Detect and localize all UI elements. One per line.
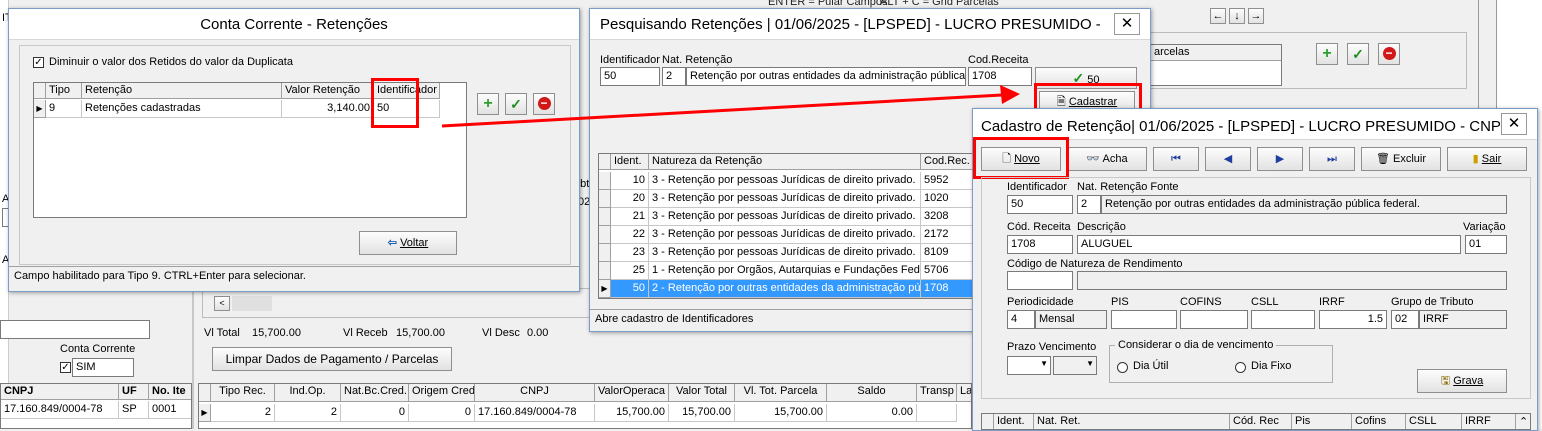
annotation-arrow-head	[1000, 85, 1020, 104]
annotation-arrow	[441, 85, 1020, 128]
annotation-arrow-line	[441, 93, 1003, 128]
